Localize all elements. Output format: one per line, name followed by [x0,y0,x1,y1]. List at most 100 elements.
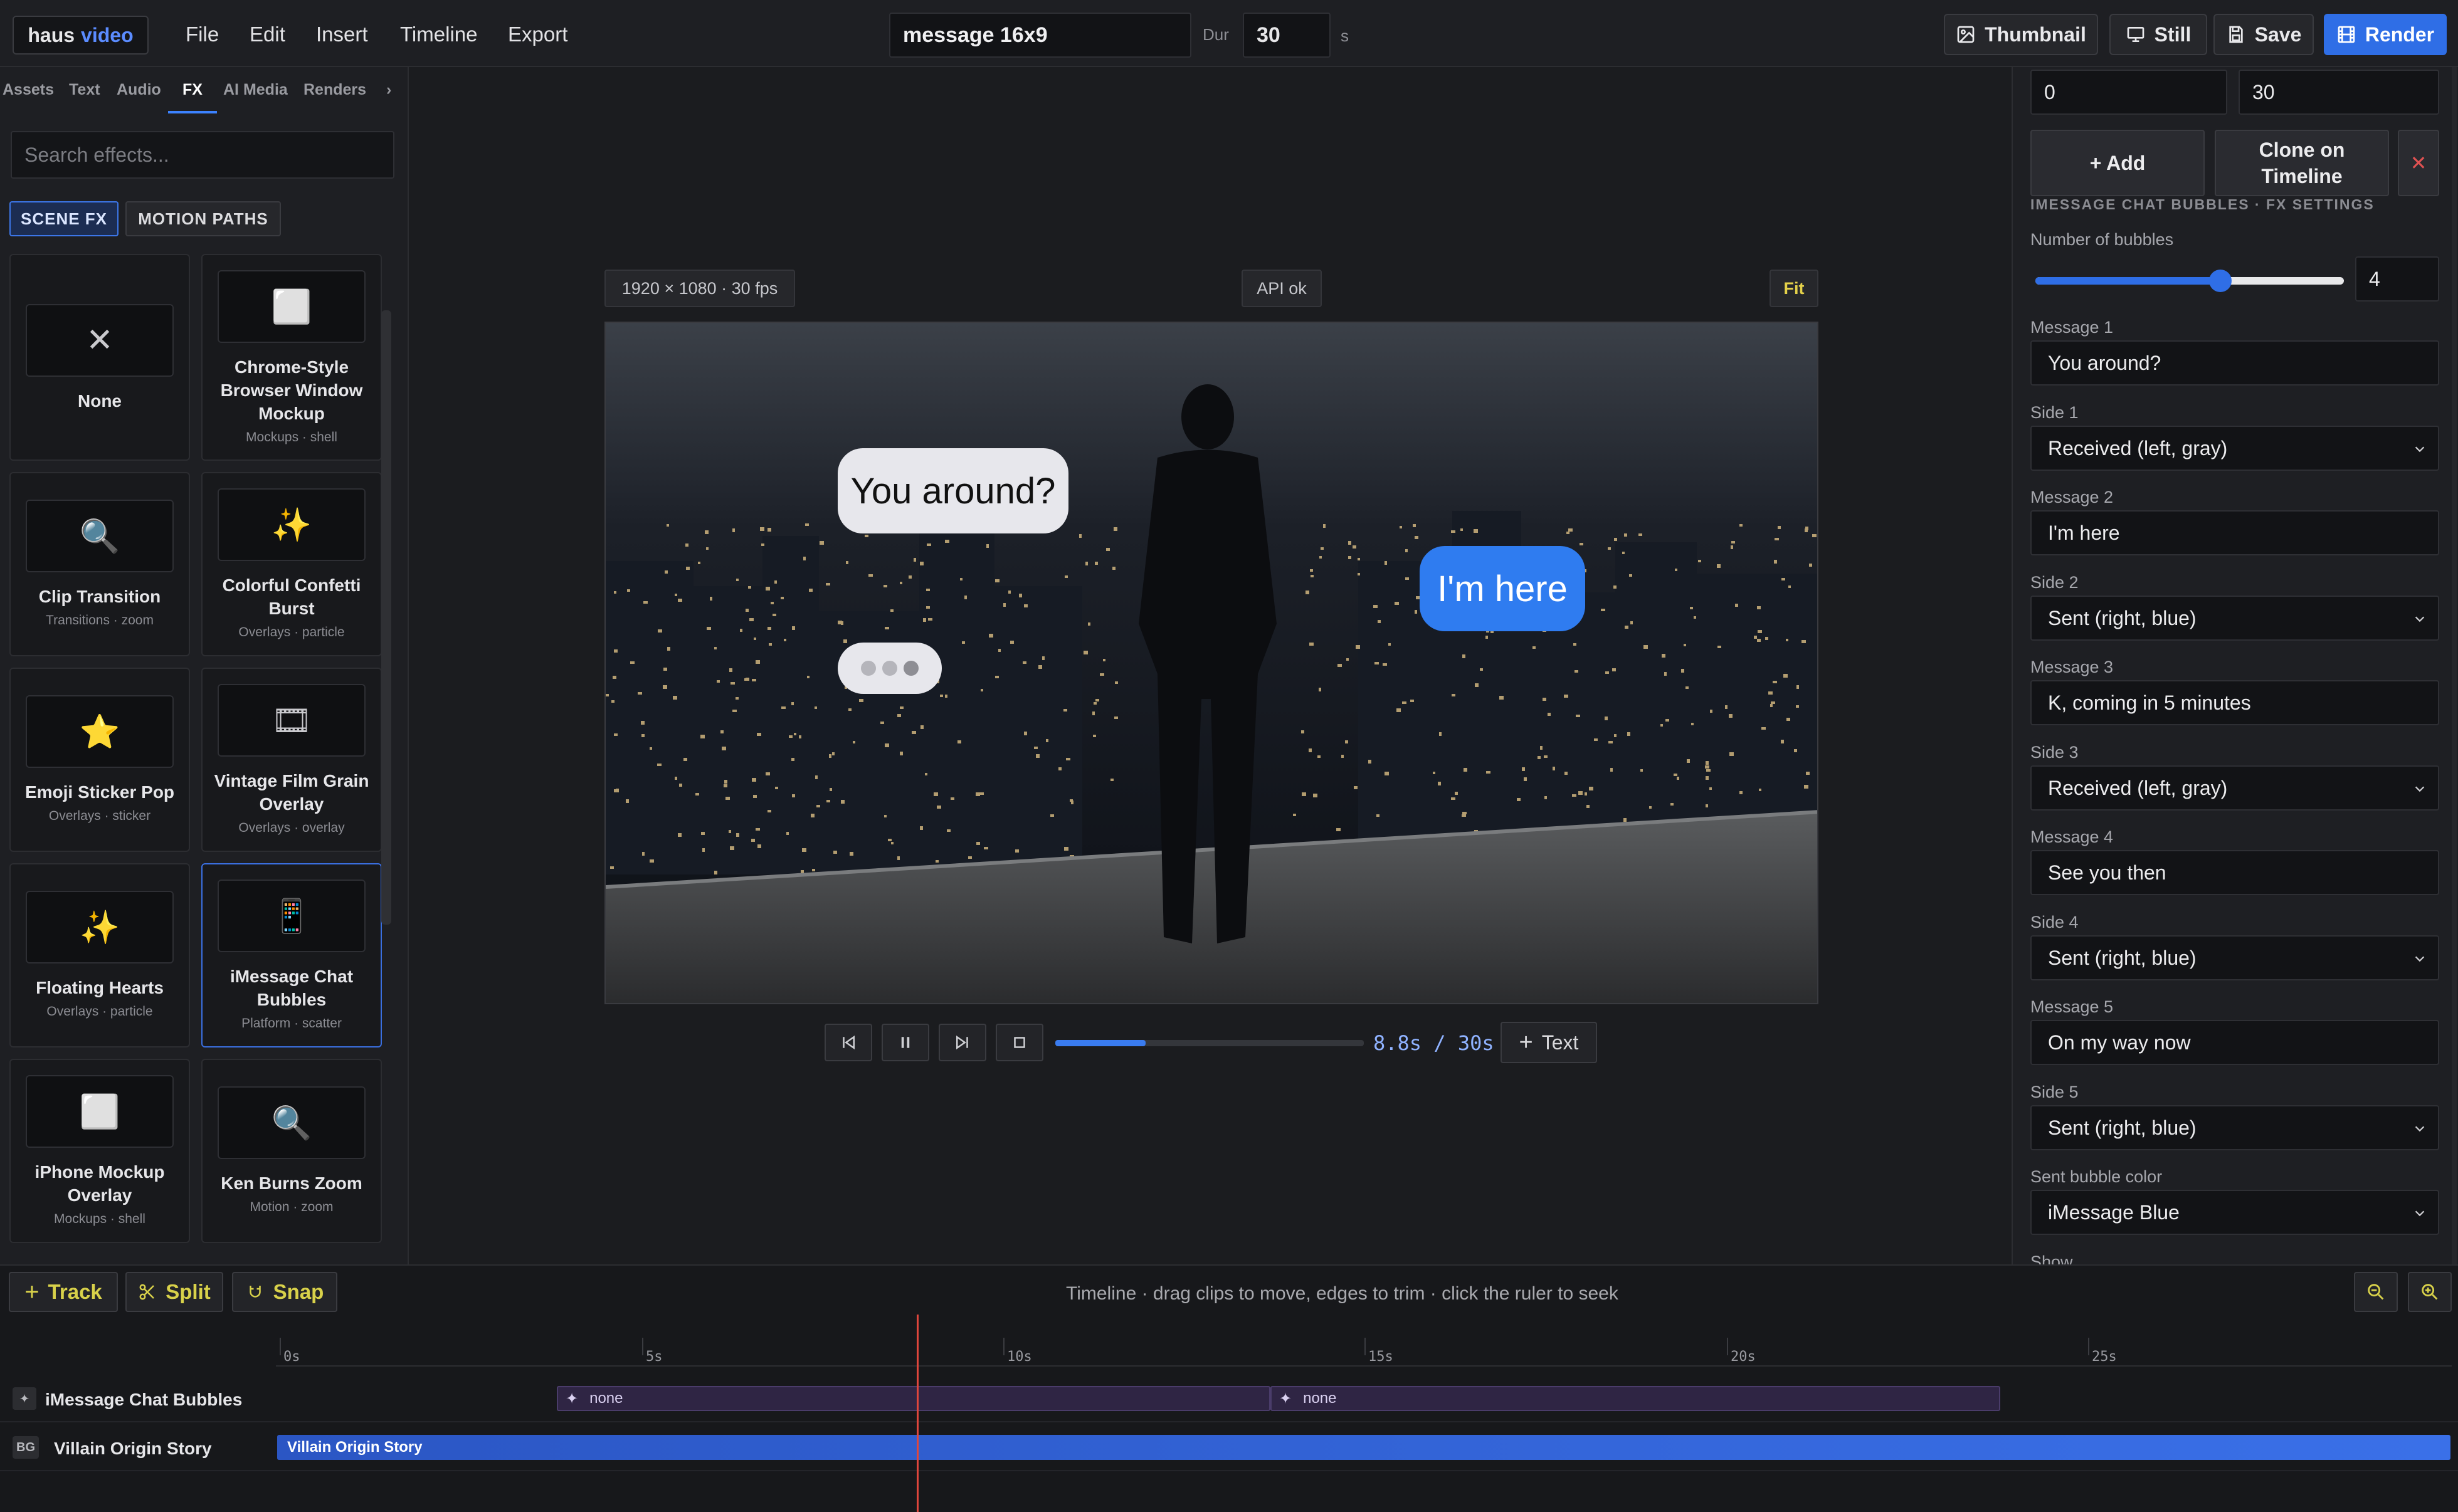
effect-card-confetti[interactable]: ✨ Colorful Confetti Burst Overlays · par… [201,472,382,656]
effect-subtitle: Overlays · particle [46,1004,153,1019]
menu-export[interactable]: Export [508,23,567,46]
bubbles-count-input[interactable]: 4 [2355,256,2439,302]
duration-input[interactable]: 30 [1243,13,1331,58]
effect-title: Clip Transition [38,587,161,606]
add-fx-button[interactable]: + Add [2030,130,2205,196]
message-value: On my way now [2048,1031,2191,1054]
skip-back-icon [843,1035,855,1050]
effect-subtitle: Transitions · zoom [46,613,154,627]
zoom-in-button[interactable] [2408,1272,2452,1312]
message-input[interactable]: I'm here [2030,510,2439,555]
menu-edit[interactable]: Edit [250,23,285,46]
menu-timeline[interactable]: Timeline [400,23,477,46]
tab-text[interactable]: Text [69,81,100,99]
sparkle-icon: ✦ [13,1387,36,1410]
effect-card-film-grain[interactable]: 🎞 Vintage Film Grain Overlay Overlays · … [201,668,382,852]
playback-timecode: 8.8s / 30s [1373,1031,1494,1055]
snap-toggle[interactable]: Snap [232,1272,337,1312]
scene-fx-chip[interactable]: SCENE FX [9,201,119,236]
zoom-out-button[interactable] [2354,1272,2398,1312]
effect-card-emoji-sticker[interactable]: ⭐ Emoji Sticker Pop Overlays · sticker [9,668,190,852]
tab-fx[interactable]: FX [182,81,203,99]
add-text-button[interactable]: + Text [1501,1022,1597,1063]
effect-subtitle: Overlays · overlay [238,821,345,835]
scissors-icon [139,1284,155,1300]
add-track-button[interactable]: + Track [9,1272,118,1312]
effect-card-iphone-mockup[interactable]: ⬜ iPhone Mockup Overlay Mockups · shell [9,1059,190,1243]
pause-icon [901,1037,910,1048]
chat-bubble-sent: I'm here [1420,546,1585,631]
message-input[interactable]: K, coming in 5 minutes [2030,680,2439,725]
effect-title: Emoji Sticker Pop [24,782,175,802]
pause-button[interactable] [882,1024,929,1061]
skip-back-button[interactable] [825,1024,872,1061]
timeline-ruler[interactable]: 0s 5s 10s 15s 20s 25s [276,1325,2452,1367]
timeline-clip-fx[interactable]: ✦ none [1270,1386,2000,1411]
track-tag: BG [13,1436,39,1459]
project-title-input[interactable]: message 16x9 [889,13,1191,58]
stop-button[interactable] [996,1024,1043,1061]
thumbnail-button[interactable]: Thumbnail [1944,14,2098,55]
message-value: See you then [2048,861,2166,884]
magnifier-icon: 🔍 [26,500,174,572]
tab-ai-media[interactable]: AI Media [223,81,288,99]
effect-card-imessage-bubbles[interactable]: 📱 iMessage Chat Bubbles Platform · scatt… [201,863,382,1047]
field-label: Message 4 [2030,827,2114,846]
ruler-label: 10s [1007,1349,1032,1365]
chevron-down-icon [2415,446,2425,453]
tabs-more-icon[interactable]: › [386,81,391,99]
app-logo[interactable]: haus video [13,16,149,55]
snap-label: Snap [273,1280,324,1303]
message-input[interactable]: On my way now [2030,1020,2439,1065]
side-select[interactable]: Received (left, gray) [2030,426,2439,471]
start-time-input[interactable]: 0 [2030,70,2227,115]
video-preview-canvas[interactable]: You around? I'm here [604,322,1818,1004]
track-row-bg: BG Villain Origin Story Villain Origin S… [0,1424,2458,1471]
side-select[interactable]: Sent (right, blue) [2030,596,2439,641]
ruler-tick [1727,1338,1728,1355]
zoom-out-icon [2368,1284,2384,1300]
split-button[interactable]: Split [125,1272,223,1312]
fit-button[interactable]: Fit [1770,270,1818,307]
playhead[interactable] [917,1315,919,1512]
skip-forward-button[interactable] [939,1024,986,1061]
playback-progress-bar[interactable] [1055,1040,1364,1046]
message-input[interactable]: You around? [2030,340,2439,386]
effect-subtitle: Motion · zoom [250,1200,334,1214]
side-select[interactable]: Sent (right, blue) [2030,1105,2439,1150]
api-status-badge: API ok [1242,270,1322,307]
effect-card-none[interactable]: ✕ None [9,254,190,461]
duration-unit: s [1341,26,1349,45]
save-button[interactable]: Save [2213,14,2314,55]
effects-scrollbar[interactable] [381,310,391,925]
duration-label: Dur [1203,25,1229,44]
render-button[interactable]: Render [2324,14,2447,55]
slider-fill [2035,277,2221,285]
tab-renders[interactable]: Renders [303,81,366,99]
settings-scrollbar[interactable] [2452,67,2457,1264]
side-select[interactable]: Received (left, gray) [2030,765,2439,811]
clone-on-timeline-button[interactable]: Clone on Timeline [2215,130,2389,196]
tab-audio[interactable]: Audio [117,81,161,99]
effect-card-ken-burns[interactable]: 🔍 Ken Burns Zoom Motion · zoom [201,1059,382,1243]
still-button[interactable]: Still [2109,14,2207,55]
side-select[interactable]: Sent (right, blue) [2030,935,2439,980]
select-value: Sent (right, blue) [2048,606,2197,629]
remove-fx-button[interactable]: ✕ [2398,130,2439,196]
timeline-clip-bg[interactable]: Villain Origin Story [277,1435,2450,1460]
menu-file[interactable]: File [186,23,219,46]
effects-search-input[interactable]: Search effects... [11,131,394,179]
side-select[interactable]: iMessage Blue [2030,1190,2439,1235]
end-time-input[interactable]: 30 [2239,70,2439,115]
slider-handle[interactable] [2209,270,2232,292]
effect-card-clip-transition[interactable]: 🔍 Clip Transition Transitions · zoom [9,472,190,656]
timeline-clip-fx[interactable]: ✦ none [557,1386,1270,1411]
effect-card-floating-hearts[interactable]: ✨ Floating Hearts Overlays · particle [9,863,190,1047]
bubbles-count-slider[interactable] [2035,270,2344,292]
add-text-label: Text [1541,1031,1579,1054]
menu-insert[interactable]: Insert [316,23,368,46]
effect-card-chrome-mockup[interactable]: ⬜ Chrome-Style Browser Window Mockup Moc… [201,254,382,461]
message-input[interactable]: See you then [2030,850,2439,895]
motion-paths-chip[interactable]: MOTION PATHS [125,201,281,236]
tab-assets[interactable]: Assets [3,81,54,99]
